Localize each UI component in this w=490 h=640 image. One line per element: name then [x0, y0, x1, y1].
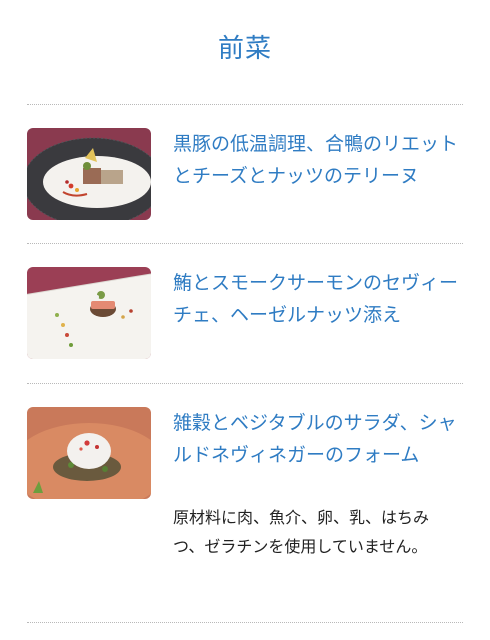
dish-terrine-photo — [27, 128, 151, 220]
menu-item-name: 雑穀とベジタブルのサラダ、シャルドネヴィネガーのフォーム — [173, 412, 457, 466]
section-title: 前菜 — [217, 34, 272, 64]
menu-item-salad: 雑穀とベジタブルのサラダ、シャルドネヴィネガーのフォーム 原材料に肉、魚介、卵、… — [27, 407, 463, 585]
menu-item-name: 鮪とスモークサーモンのセヴィーチェ、ヘーゼルナッツ添え — [173, 272, 459, 326]
divider — [27, 383, 463, 384]
divider — [27, 104, 463, 105]
allergen-note: 原材料に肉、魚介、卵、乳、はちみつ、ゼラチンを使用していません。 — [173, 508, 430, 556]
menu-item-name: 黒豚の低温調理、合鴨のリエットとチーズとナッツのテリーヌ — [173, 133, 459, 187]
menu-item-terrine: 黒豚の低温調理、合鴨のリエットとチーズとナッツのテリーヌ — [27, 128, 463, 220]
menu-item-ceviche: 鮪とスモークサーモンのセヴィーチェ、ヘーゼルナッツ添え — [27, 267, 463, 361]
dish-ceviche-photo — [27, 267, 151, 359]
divider — [27, 622, 463, 623]
dish-salad-photo — [27, 407, 151, 499]
divider — [27, 243, 463, 244]
